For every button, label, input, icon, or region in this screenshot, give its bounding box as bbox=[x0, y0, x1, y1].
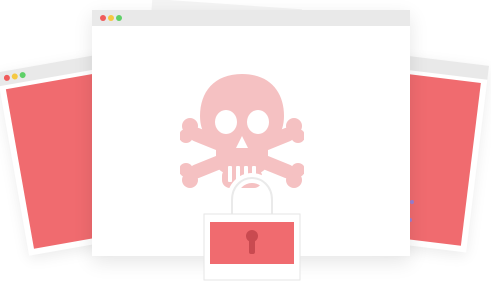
minimize-dot-icon bbox=[11, 72, 19, 80]
padlock-icon bbox=[203, 172, 301, 281]
ransomware-illustration bbox=[0, 0, 491, 286]
maximize-dot-icon bbox=[116, 15, 122, 21]
maximize-dot-icon bbox=[19, 71, 27, 79]
minimize-dot-icon bbox=[108, 15, 114, 21]
close-dot-icon bbox=[3, 74, 11, 82]
close-dot-icon bbox=[100, 15, 106, 21]
accent-dot-icon bbox=[410, 200, 414, 204]
center-window-titlebar bbox=[92, 10, 410, 26]
